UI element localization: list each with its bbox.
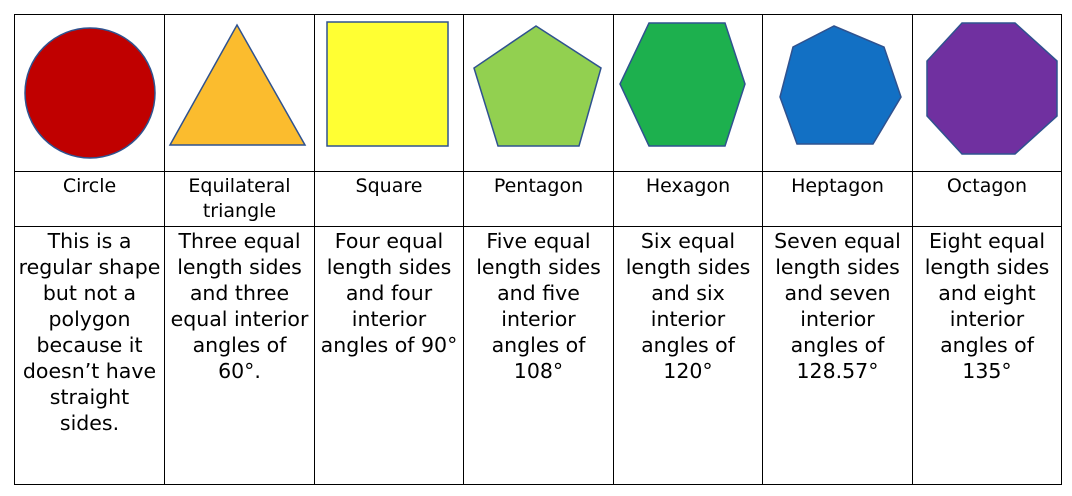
- shapes-table: Circle Equilateral triangle Square Penta…: [14, 14, 1062, 485]
- shape-description-cell: This is a regular shape but not a polygo…: [14, 226, 165, 485]
- shape-description-row: This is a regular shape but not a polygo…: [14, 226, 1062, 485]
- hexagon-icon: [619, 22, 746, 147]
- shape-description: Four equal length sides and four interio…: [320, 229, 458, 357]
- circle-icon: [24, 27, 156, 159]
- shape-description: Seven equal length sides and seven inter…: [774, 229, 901, 383]
- pentagon-shape-cell: [463, 14, 614, 172]
- shape-name: Hexagon: [645, 175, 731, 197]
- shape-name-cell: Octagon: [912, 171, 1062, 227]
- shape-description: Five equal length sides and five interio…: [476, 229, 601, 383]
- circle-shape-cell: [14, 14, 165, 172]
- shape-name: Octagon: [946, 175, 1028, 197]
- shape-name-cell: Hexagon: [613, 171, 763, 227]
- shape-name: Heptagon: [791, 175, 884, 197]
- shape-description-cell: Seven equal length sides and seven inter…: [762, 226, 913, 485]
- shape-name-cell: Heptagon: [762, 171, 913, 227]
- shape-name-row: Circle Equilateral triangle Square Penta…: [14, 171, 1062, 227]
- shape-description-cell: Eight equal length sides and eight inter…: [912, 226, 1062, 485]
- shape-description: Eight equal length sides and eight inter…: [924, 229, 1050, 383]
- shape-name-cell: Equilateral triangle: [164, 171, 315, 227]
- shape-image-row: [14, 14, 1062, 172]
- shape-name: Equilateral triangle: [188, 175, 291, 222]
- octagon-shape-cell: [912, 14, 1062, 172]
- square-icon: [326, 21, 449, 147]
- shapes-table-container: Circle Equilateral triangle Square Penta…: [14, 14, 1062, 485]
- shape-description-cell: Four equal length sides and four interio…: [314, 226, 464, 485]
- hexagon-shape-cell: [613, 14, 763, 172]
- shape-name-cell: Circle: [14, 171, 165, 227]
- octagon-icon: [926, 22, 1058, 155]
- square-shape-cell: [314, 14, 464, 172]
- shape-description: This is a regular shape but not a polygo…: [18, 229, 161, 435]
- shape-description: Six equal length sides and six interior …: [625, 229, 751, 383]
- triangle-icon: [168, 23, 307, 146]
- heptagon-shape-cell: [762, 14, 913, 172]
- shape-name: Pentagon: [493, 175, 584, 197]
- shape-name: Circle: [62, 175, 117, 197]
- shape-name-cell: Pentagon: [463, 171, 614, 227]
- heptagon-icon: [779, 25, 902, 145]
- shape-description: Three equal length sides and three equal…: [170, 229, 309, 383]
- shape-name-cell: Square: [314, 171, 464, 227]
- shape-description-cell: Three equal length sides and three equal…: [164, 226, 315, 485]
- triangle-shape-cell: [164, 14, 315, 172]
- shape-description-cell: Five equal length sides and five interio…: [463, 226, 614, 485]
- pentagon-icon: [473, 25, 602, 147]
- shape-name: Square: [355, 175, 423, 197]
- shape-description-cell: Six equal length sides and six interior …: [613, 226, 763, 485]
